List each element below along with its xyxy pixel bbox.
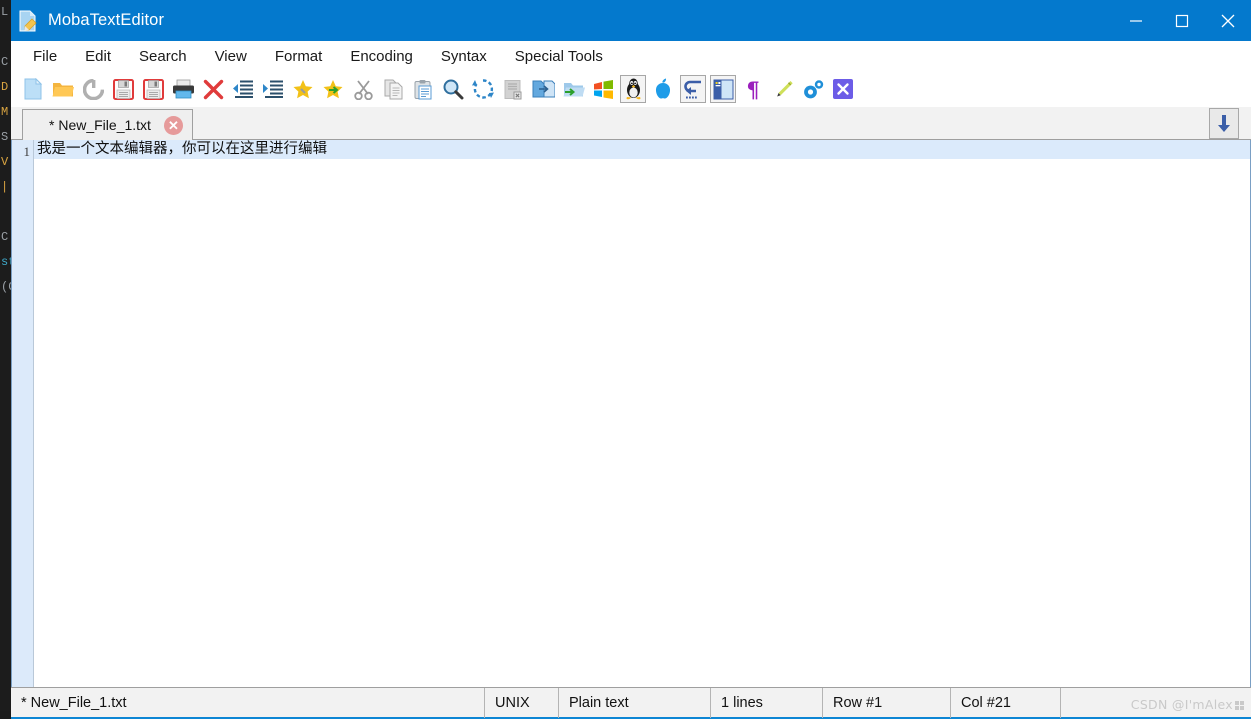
title-bar[interactable]: MobaTextEditor (11, 0, 1251, 41)
tab-close-icon[interactable]: ✕ (163, 115, 183, 135)
watermark-blocks-icon (1235, 701, 1244, 710)
open-file-icon[interactable] (50, 75, 76, 103)
close-button[interactable] (1205, 0, 1251, 41)
status-col: Col #21 (950, 687, 1060, 718)
side-panel-icon[interactable] (710, 75, 736, 103)
reload-icon[interactable] (80, 75, 106, 103)
word-wrap-icon[interactable] (680, 75, 706, 103)
moba-text-editor-window: MobaTextEditor File Edit Search View For… (11, 0, 1251, 719)
backdrop-line: S (1, 130, 9, 144)
copy-icon[interactable] (380, 75, 406, 103)
backdrop-line: (C (1, 280, 11, 294)
bookmark-add-icon[interactable] (290, 75, 316, 103)
close-document-icon[interactable] (500, 75, 526, 103)
window-controls (1113, 0, 1251, 41)
tab-new-file-1[interactable]: * New_File_1.txt ✕ (22, 109, 193, 140)
code-line[interactable]: 我是一个文本编辑器，你可以在这里进行编辑 (34, 140, 1250, 159)
cut-icon[interactable] (350, 75, 376, 103)
new-file-icon[interactable] (20, 75, 46, 103)
save-as-icon[interactable] (140, 75, 166, 103)
backdrop-line: V (1, 155, 9, 169)
mac-format-icon[interactable] (650, 75, 676, 103)
status-row: Row #1 (822, 687, 950, 718)
arrow-down-icon[interactable] (1209, 108, 1239, 139)
menu-bar: File Edit Search View Format Encoding Sy… (11, 41, 1251, 71)
menu-item-encoding[interactable]: Encoding (336, 45, 427, 68)
menu-item-syntax[interactable]: Syntax (427, 45, 501, 68)
replace-icon[interactable] (470, 75, 496, 103)
backdrop-line: D (1, 80, 9, 94)
csdn-watermark: CSDN @I'mAlex (1131, 697, 1244, 712)
backdrop-line (1, 25, 11, 50)
window-title: MobaTextEditor (48, 11, 165, 29)
line-number: 1 (23, 144, 31, 159)
editor-area[interactable]: 1 我是一个文本编辑器，你可以在这里进行编辑 (11, 140, 1251, 687)
save-icon[interactable] (110, 75, 136, 103)
minimize-button[interactable] (1113, 0, 1159, 41)
backdrop-line: L (1, 5, 9, 19)
line-number-gutter: 1 (12, 140, 34, 687)
backdrop-line: C (1, 230, 9, 244)
menu-item-view[interactable]: View (201, 45, 261, 68)
tab-label: * New_File_1.txt (49, 117, 151, 133)
menu-item-special-tools[interactable]: Special Tools (501, 45, 617, 68)
send-to-folder-icon[interactable] (560, 75, 586, 103)
menu-item-format[interactable]: Format (261, 45, 337, 68)
maximize-button[interactable] (1159, 0, 1205, 41)
tab-bar: * New_File_1.txt ✕ (11, 107, 1251, 140)
menu-item-edit[interactable]: Edit (71, 45, 125, 68)
linux-format-icon[interactable] (620, 75, 646, 103)
find-icon[interactable] (440, 75, 466, 103)
status-linecount: 1 lines (710, 687, 822, 718)
status-bar: * New_File_1.txt UNIX Plain text 1 lines… (11, 687, 1251, 719)
pilcrow-icon[interactable]: ¶ (740, 75, 766, 103)
highlighter-icon[interactable] (770, 75, 796, 103)
text-content[interactable]: 我是一个文本编辑器，你可以在这里进行编辑 (34, 140, 1250, 687)
decrease-indent-icon[interactable] (230, 75, 256, 103)
toolbar: ¶ (11, 71, 1251, 107)
document-pencil-icon (18, 10, 38, 32)
menu-item-file[interactable]: File (19, 45, 71, 68)
settings-icon[interactable] (800, 75, 826, 103)
backdrop-line: M (1, 105, 9, 119)
windows-format-icon[interactable] (590, 75, 616, 103)
background-terminal-strip: L C D M S V | C st (C (0, 0, 11, 711)
paste-icon[interactable] (410, 75, 436, 103)
print-icon[interactable] (170, 75, 196, 103)
bookmark-next-icon[interactable] (320, 75, 346, 103)
backdrop-line: | (1, 180, 9, 194)
status-eol[interactable]: UNIX (484, 687, 558, 718)
backdrop-line: C (1, 55, 9, 69)
backdrop-line: st (1, 255, 11, 269)
watermark-text: CSDN @I'mAlex (1130, 697, 1233, 712)
backdrop-line (1, 200, 11, 225)
svg-text:¶: ¶ (746, 79, 759, 100)
status-filename: * New_File_1.txt (21, 694, 127, 711)
compare-files-icon[interactable] (530, 75, 556, 103)
status-filetype[interactable]: Plain text (558, 687, 710, 718)
increase-indent-icon[interactable] (260, 75, 286, 103)
close-file-icon[interactable] (200, 75, 226, 103)
menu-item-search[interactable]: Search (125, 45, 201, 68)
exit-icon[interactable] (830, 75, 856, 103)
